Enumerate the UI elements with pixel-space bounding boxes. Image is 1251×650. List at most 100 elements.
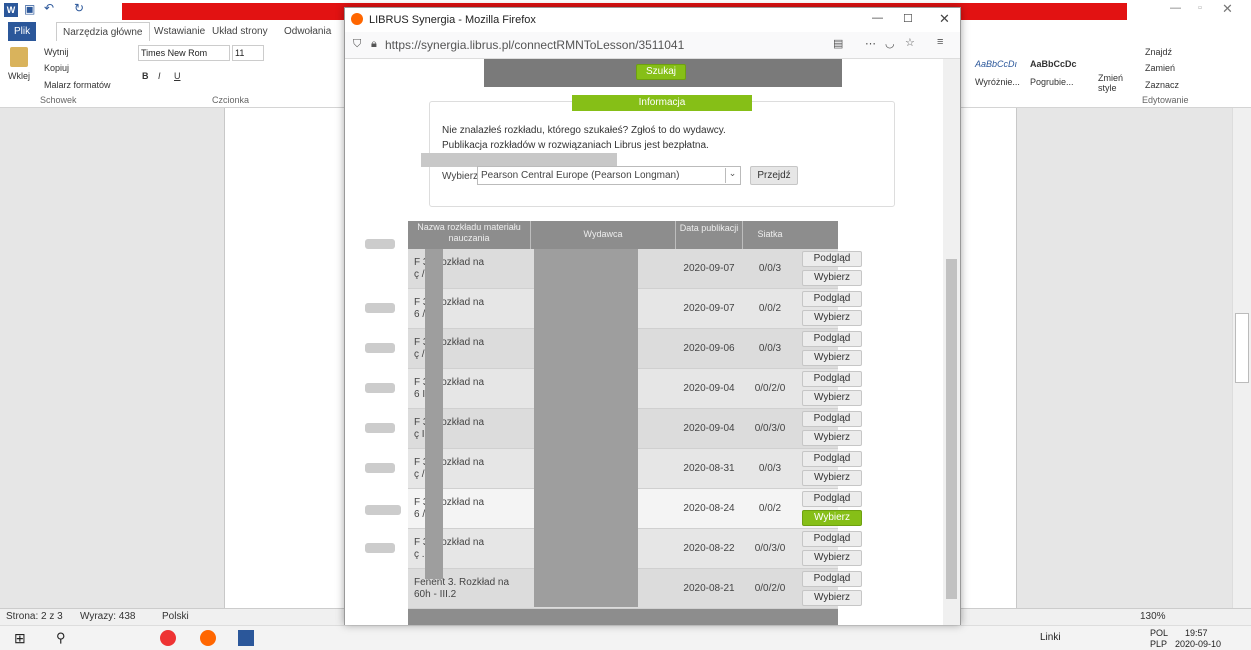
replace-button[interactable]: Zamień bbox=[1145, 63, 1175, 73]
preview-button[interactable]: Podgląd bbox=[802, 411, 862, 427]
preview-button[interactable]: Podgląd bbox=[802, 571, 862, 587]
row-handle[interactable] bbox=[365, 383, 395, 393]
row-handle[interactable] bbox=[365, 463, 395, 473]
minimize-icon[interactable]: — bbox=[872, 12, 883, 24]
tab-insert[interactable]: Wstawianie bbox=[148, 22, 211, 41]
links-toolbar[interactable]: Linki bbox=[1040, 632, 1061, 643]
cut-button[interactable]: Wytnij bbox=[44, 47, 68, 57]
choose-button[interactable]: Wybierz bbox=[802, 390, 862, 406]
preview-button[interactable]: Podgląd bbox=[802, 331, 862, 347]
firefox-scrollbar[interactable] bbox=[943, 59, 960, 625]
shield-icon[interactable]: ⛉ bbox=[353, 38, 361, 51]
font-name-field[interactable]: Times New Rom bbox=[138, 45, 230, 61]
find-button[interactable]: Znajdź bbox=[1145, 47, 1172, 57]
word-count[interactable]: Wyrazy: 438 bbox=[80, 611, 135, 622]
url-bar[interactable]: https://synergia.librus.pl/connectRMNToL… bbox=[385, 35, 885, 55]
change-styles-button[interactable]: Zmień style bbox=[1098, 73, 1128, 93]
style-emphasis[interactable]: AaBbCcDı bbox=[975, 59, 1017, 69]
minimize-icon[interactable]: — bbox=[1170, 2, 1181, 14]
column-header-publisher: Wydawca bbox=[583, 229, 623, 239]
page-actions-icon[interactable]: ⋯ bbox=[865, 37, 876, 50]
go-button[interactable]: Przejdź bbox=[750, 166, 798, 185]
input-layout[interactable]: PLP bbox=[1150, 639, 1167, 649]
row-handle[interactable] bbox=[365, 423, 395, 433]
row-handle[interactable] bbox=[365, 303, 395, 313]
preview-button[interactable]: Podgląd bbox=[802, 251, 862, 267]
row-handle[interactable] bbox=[365, 343, 395, 353]
row-grid: 0/0/2/0 bbox=[754, 383, 786, 394]
choose-button[interactable]: Wybierz bbox=[802, 550, 862, 566]
font-size-field[interactable]: 11 bbox=[232, 45, 264, 61]
publisher-select[interactable]: Pearson Central Europe (Pearson Longman) bbox=[477, 166, 741, 185]
save-icon[interactable]: ▣ bbox=[24, 2, 35, 16]
choose-button[interactable]: Wybierz bbox=[802, 510, 862, 526]
input-language[interactable]: POL bbox=[1150, 628, 1168, 638]
redo-icon[interactable]: ↻ bbox=[74, 1, 84, 15]
row-handle[interactable] bbox=[365, 239, 395, 249]
style-strong-label: Pogrubie... bbox=[1030, 77, 1074, 87]
search-icon[interactable]: ⚲ bbox=[56, 630, 66, 646]
undo-icon[interactable]: ↶ bbox=[44, 1, 54, 15]
tab-layout[interactable]: Układ strony bbox=[206, 22, 274, 41]
tab-home[interactable]: Narzędzia główne bbox=[56, 22, 150, 41]
choose-button[interactable]: Wybierz bbox=[802, 310, 862, 326]
preview-button[interactable]: Podgląd bbox=[802, 451, 862, 467]
firefox-icon[interactable] bbox=[200, 630, 216, 646]
select-button[interactable]: Zaznacz bbox=[1145, 80, 1179, 90]
preview-button[interactable]: Podgląd bbox=[802, 371, 862, 387]
choose-button[interactable]: Wybierz bbox=[802, 350, 862, 366]
column-header-date: Data publikacji bbox=[679, 223, 739, 233]
document-page[interactable] bbox=[224, 108, 344, 608]
tab-references[interactable]: Odwołania bbox=[278, 22, 337, 41]
scroll-thumb[interactable] bbox=[1235, 313, 1249, 383]
clock-time[interactable]: 19:57 bbox=[1185, 628, 1208, 638]
style-strong[interactable]: AaBbCcDc bbox=[1030, 59, 1077, 69]
close-icon[interactable]: ✕ bbox=[939, 11, 950, 27]
copy-button[interactable]: Kopiuj bbox=[44, 63, 69, 73]
paste-button[interactable]: Wklej bbox=[8, 71, 30, 81]
windows-start-icon[interactable]: ⊞ bbox=[14, 630, 26, 647]
chevron-down-icon[interactable]: ⌄ bbox=[725, 168, 739, 183]
font-group-label: Czcionka bbox=[212, 95, 250, 105]
document-page[interactable] bbox=[960, 108, 1017, 608]
language-indicator[interactable]: Polski bbox=[162, 611, 189, 622]
row-date: 2020-08-22 bbox=[683, 543, 735, 554]
scroll-thumb[interactable] bbox=[946, 259, 957, 599]
restore-icon[interactable]: ▫ bbox=[1198, 2, 1202, 14]
choose-button[interactable]: Wybierz bbox=[802, 270, 862, 286]
zoom-level[interactable]: 130% bbox=[1140, 611, 1166, 622]
row-grid: 0/0/3 bbox=[758, 343, 782, 354]
firefox-title-bar: LIBRUS Synergia - Mozilla Firefox — ☐ ✕ bbox=[345, 8, 960, 32]
paste-icon[interactable] bbox=[10, 47, 28, 67]
close-icon[interactable]: ✕ bbox=[1222, 1, 1233, 17]
bookmark-star-icon[interactable]: ☆ bbox=[905, 36, 915, 49]
row-handle[interactable] bbox=[365, 543, 395, 553]
lock-icon[interactable]: 🔒︎ bbox=[371, 38, 377, 51]
word-icon[interactable] bbox=[238, 630, 254, 646]
choose-button[interactable]: Wybierz bbox=[802, 590, 862, 606]
page-count[interactable]: Strona: 2 z 3 bbox=[6, 611, 63, 622]
clock-date[interactable]: 2020-09-10 bbox=[1175, 639, 1221, 649]
vertical-scrollbar[interactable] bbox=[1232, 108, 1251, 608]
opera-icon[interactable] bbox=[160, 630, 176, 646]
preview-button[interactable]: Podgląd bbox=[802, 291, 862, 307]
maximize-icon[interactable]: ☐ bbox=[903, 12, 913, 25]
choose-button[interactable]: Wybierz bbox=[802, 430, 862, 446]
preview-button[interactable]: Podgląd bbox=[802, 491, 862, 507]
format-painter-button[interactable]: Malarz formatów bbox=[44, 80, 111, 90]
underline-icon[interactable]: U bbox=[174, 71, 181, 81]
menu-icon[interactable]: ≡ bbox=[937, 36, 943, 48]
pocket-icon[interactable]: ◡ bbox=[885, 37, 895, 50]
tab-file[interactable]: Plik bbox=[8, 22, 37, 41]
preview-button[interactable]: Podgląd bbox=[802, 531, 862, 547]
bold-icon[interactable]: B bbox=[142, 71, 149, 81]
row-grid: 0/0/2/0 bbox=[754, 583, 786, 594]
italic-icon[interactable]: I bbox=[158, 71, 161, 81]
column-divider bbox=[675, 221, 676, 249]
row-handle[interactable] bbox=[365, 505, 401, 515]
choose-button[interactable]: Wybierz bbox=[802, 470, 862, 486]
reader-view-icon[interactable]: ▤ bbox=[833, 37, 843, 50]
select-label: Wybierz bbox=[442, 171, 479, 182]
search-button[interactable]: Szukaj bbox=[636, 64, 686, 80]
row-date: 2020-09-07 bbox=[683, 303, 735, 314]
